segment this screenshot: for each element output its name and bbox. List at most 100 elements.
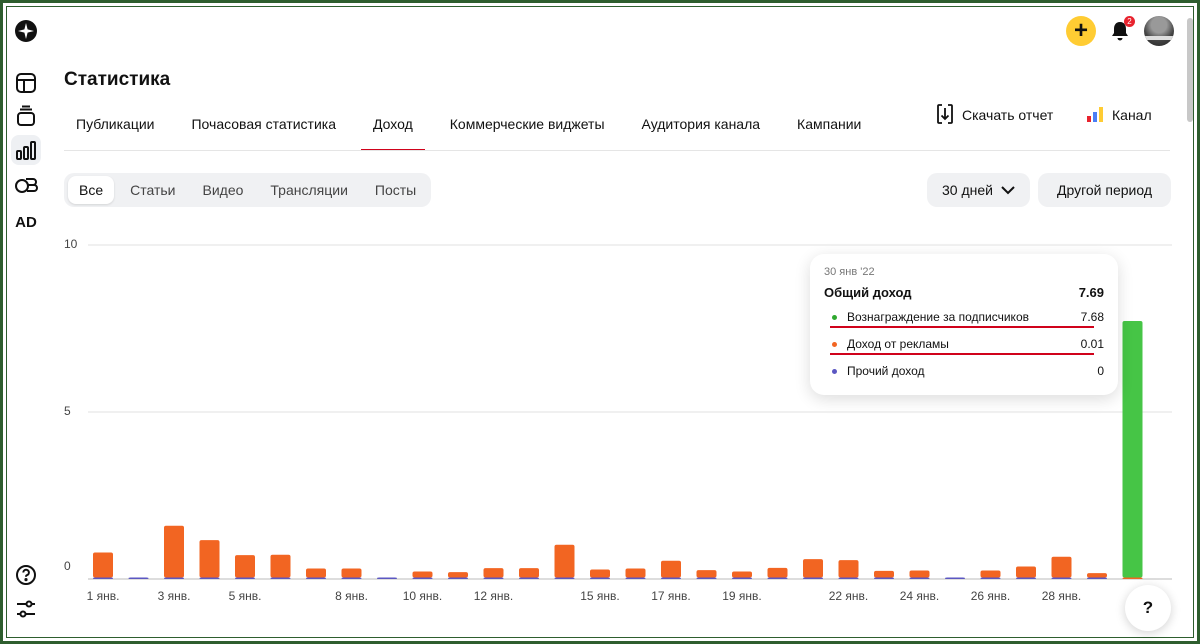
bar — [519, 568, 539, 578]
bar — [838, 560, 859, 578]
bar — [945, 577, 965, 579]
tooltip-row-label: Доход от рекламы — [847, 337, 949, 351]
bar — [235, 555, 255, 578]
period-select[interactable]: 30 дней — [927, 173, 1030, 207]
y-tick-label: 10 — [64, 237, 78, 251]
layout-icon[interactable] — [11, 68, 41, 98]
tooltip-total-value: 7.69 — [1078, 284, 1104, 300]
bar — [625, 568, 646, 578]
bar — [554, 577, 575, 579]
tab-income[interactable]: Доход — [361, 108, 425, 151]
bar — [199, 577, 220, 579]
tooltip-row-label: Прочий доход — [847, 364, 925, 378]
bar — [341, 568, 362, 578]
y-tick-label: 0 — [64, 559, 71, 573]
bar — [1087, 577, 1107, 579]
monetization-icon[interactable] — [11, 170, 41, 200]
tab-channel-audience[interactable]: Аудитория канала — [630, 108, 773, 150]
help-circle-icon[interactable] — [11, 560, 41, 590]
filter-articles[interactable]: Статьи — [119, 176, 186, 204]
help-button[interactable]: ? — [1125, 585, 1171, 631]
x-tick-label: 15 янв. — [580, 589, 620, 603]
bar — [199, 540, 220, 578]
user-avatar[interactable] — [1144, 16, 1174, 46]
tabs-divider — [64, 150, 1170, 151]
bar — [306, 568, 326, 578]
period-select-value: 30 дней — [942, 182, 993, 198]
bar — [874, 570, 894, 578]
bar — [909, 577, 930, 579]
bar — [838, 577, 859, 579]
bar — [980, 577, 1001, 579]
tab-commercial-widgets[interactable]: Коммерческие виджеты — [438, 108, 617, 150]
bar — [732, 571, 752, 578]
bar — [448, 577, 468, 579]
statistics-icon[interactable] — [11, 135, 41, 165]
bar — [235, 577, 255, 579]
channel-button[interactable]: Канал — [1086, 103, 1152, 127]
x-tick-label: 3 янв. — [158, 589, 191, 603]
bar — [1051, 577, 1072, 579]
channel-label: Канал — [1112, 107, 1152, 123]
bar — [377, 577, 397, 579]
bar — [696, 577, 717, 579]
ads-dot — [832, 341, 837, 347]
bar — [306, 577, 326, 579]
filter-posts[interactable]: Посты — [364, 176, 427, 204]
bar — [93, 577, 113, 579]
bar — [625, 577, 646, 579]
x-tick-label: 28 янв. — [1042, 589, 1082, 603]
bar — [164, 577, 184, 579]
chart-tooltip: 30 янв '22 Общий доход 7.69 Вознагражден… — [810, 254, 1118, 395]
content-type-filter: Все Статьи Видео Трансляции Посты — [64, 173, 432, 207]
bar — [270, 577, 291, 579]
x-tick-label: 24 янв. — [900, 589, 940, 603]
other-dot — [832, 368, 837, 374]
scrollbar-thumb[interactable] — [1187, 18, 1193, 122]
download-report-button[interactable]: Скачать отчет — [936, 103, 1053, 127]
bar — [767, 567, 788, 578]
tab-publications[interactable]: Публикации — [64, 108, 166, 150]
bar — [1051, 556, 1072, 578]
bar — [874, 577, 894, 579]
bar — [590, 569, 610, 578]
left-sidebar: AD — [8, 8, 46, 636]
red-underline — [830, 326, 1094, 328]
x-tick-label: 8 янв. — [335, 589, 368, 603]
logo-icon[interactable] — [11, 16, 41, 46]
bar — [1122, 320, 1143, 578]
bar — [1087, 573, 1107, 578]
tab-hourly-stats[interactable]: Почасовая статистика — [179, 108, 348, 150]
tooltip-row-other: Прочий доход 0 — [824, 363, 1104, 379]
x-tick-label: 26 янв. — [971, 589, 1011, 603]
x-tick-label: 22 янв. — [829, 589, 869, 603]
scrollbar[interactable] — [1184, 6, 1194, 638]
chevron-down-icon — [1001, 182, 1015, 198]
settings-sliders-icon[interactable] — [11, 594, 41, 624]
tooltip-date: 30 янв '22 — [824, 266, 875, 278]
ad-icon[interactable]: AD — [11, 207, 41, 237]
bar — [519, 577, 539, 579]
other-period-button[interactable]: Другой период — [1038, 173, 1171, 207]
filter-streams[interactable]: Трансляции — [259, 176, 358, 204]
tooltip-row-label: Вознаграждение за подписчиков — [847, 310, 1029, 324]
tooltip-row-value: 7.68 — [1080, 310, 1104, 324]
filter-video[interactable]: Видео — [192, 176, 255, 204]
bar — [590, 577, 610, 579]
create-button[interactable]: + — [1066, 16, 1096, 46]
bar — [1016, 577, 1036, 579]
bar — [412, 571, 433, 578]
bar — [554, 544, 575, 578]
bar — [483, 577, 504, 579]
tab-campaigns[interactable]: Кампании — [785, 108, 873, 150]
red-underline — [830, 353, 1094, 355]
publications-icon[interactable] — [11, 101, 41, 131]
tooltip-row-value: 0.01 — [1080, 337, 1104, 351]
tooltip-row-subscribers: Вознаграждение за подписчиков 7.68 — [824, 309, 1104, 325]
tooltip-row-value: 0 — [1097, 364, 1104, 378]
bar — [767, 577, 788, 579]
bar — [661, 560, 681, 578]
x-tick-label: 19 янв. — [722, 589, 762, 603]
filter-all[interactable]: Все — [68, 176, 115, 204]
bar — [93, 552, 113, 578]
